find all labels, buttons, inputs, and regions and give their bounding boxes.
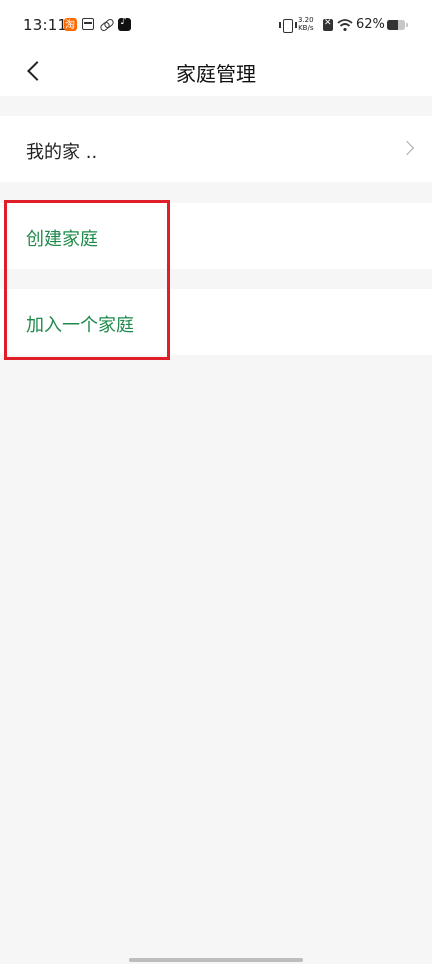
box-icon xyxy=(82,18,94,30)
no-sim-icon xyxy=(323,18,333,31)
battery-percent: 62% xyxy=(356,17,385,32)
network-speed-unit: KB/s xyxy=(298,24,314,32)
status-bar: 13:11 3.20 KB/s 62% xyxy=(0,0,432,50)
taobao-icon xyxy=(64,16,77,31)
network-speed: 3.20 KB/s xyxy=(298,16,314,32)
tiktok-icon xyxy=(118,16,131,31)
header: 家庭管理 xyxy=(0,50,432,96)
highlight-box xyxy=(4,200,170,360)
network-speed-value: 3.20 xyxy=(298,16,314,24)
home-indicator xyxy=(129,958,303,962)
chevron-right-icon xyxy=(399,140,415,156)
battery-cap xyxy=(406,23,408,27)
vibrate-icon xyxy=(279,19,297,33)
list-item-label: 我的家 .. xyxy=(26,142,98,163)
wifi-icon xyxy=(337,17,353,31)
battery-icon xyxy=(387,20,405,30)
battery-fill xyxy=(387,20,399,30)
status-time: 13:11 xyxy=(23,16,68,34)
link-icon xyxy=(100,18,113,31)
page-title: 家庭管理 xyxy=(176,62,256,86)
list-item-my-home[interactable]: 我的家 .. xyxy=(0,116,432,182)
